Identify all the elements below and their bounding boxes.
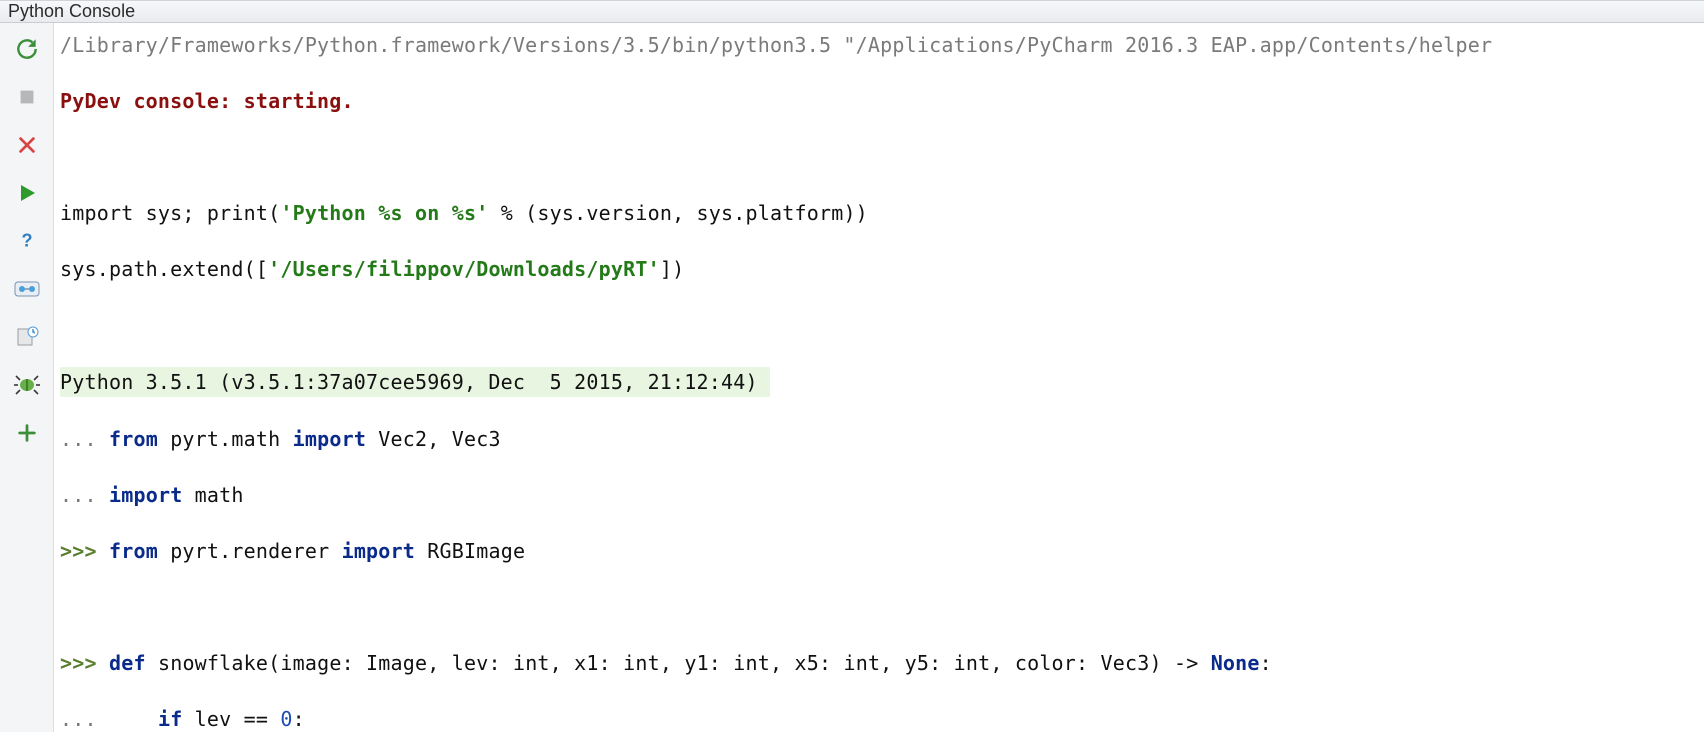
number: 0 [280, 707, 292, 731]
text: math [182, 483, 243, 507]
rerun-icon [14, 36, 40, 62]
code-line: ... from pyrt.math import Vec2, Vec3 [60, 425, 1698, 453]
version-banner: Python 3.5.1 (v3.5.1:37a07cee5969, Dec 5… [60, 367, 1698, 397]
text: RGBImage [415, 539, 525, 563]
kw-none: None [1211, 651, 1260, 675]
cont-prompt: ... [60, 707, 97, 731]
close-icon [16, 134, 38, 156]
text: lev == [182, 707, 280, 731]
text: snowflake(image: Image, lev: int, x1: in… [146, 651, 1211, 675]
text: pyrt.renderer [158, 539, 342, 563]
main-prompt: >>> [60, 651, 97, 675]
title-label: Python Console [8, 1, 135, 22]
text [97, 707, 158, 731]
show-vars-button[interactable] [7, 273, 47, 305]
code-line: >>> from pyrt.renderer import RGBImage [60, 537, 1698, 565]
help-button[interactable]: ? [7, 225, 47, 257]
blank-line [60, 593, 1698, 621]
interpreter-path: /Library/Frameworks/Python.framework/Ver… [60, 31, 1698, 59]
titlebar: Python Console [0, 0, 1704, 23]
help-icon: ? [16, 230, 38, 252]
text: import sys; print( [60, 201, 280, 225]
python-console-window: Python Console ? [0, 0, 1704, 732]
status-line: PyDev console: starting. [60, 87, 1698, 115]
text: Vec2, Vec3 [366, 427, 501, 451]
body: ? /Library/Frameworks/Python.framework/V… [0, 23, 1704, 732]
kw-from: from [109, 539, 158, 563]
highlighted-banner: Python 3.5.1 (v3.5.1:37a07cee5969, Dec 5… [60, 367, 770, 397]
stop-button[interactable] [7, 81, 47, 113]
cont-prompt: ... [60, 427, 97, 451]
watch-icon [14, 279, 40, 299]
code-line: ... if lev == 0: [60, 705, 1698, 732]
new-console-button[interactable] [7, 417, 47, 449]
kw-def: def [109, 651, 146, 675]
code-line: >>> def snowflake(image: Image, lev: int… [60, 649, 1698, 677]
play-icon [15, 181, 39, 205]
init-cmd-2: sys.path.extend(['/Users/filippov/Downlo… [60, 255, 1698, 283]
text: sys.path.extend([ [60, 257, 268, 281]
text: : [293, 707, 305, 731]
rerun-button[interactable] [7, 33, 47, 65]
execute-button[interactable] [7, 177, 47, 209]
kw-import: import [342, 539, 415, 563]
text: pyrt.math [158, 427, 293, 451]
kw-import: import [109, 483, 182, 507]
string-literal: 'Python %s on %s' [280, 201, 488, 225]
text: : [1260, 651, 1272, 675]
plus-icon [16, 422, 38, 444]
console-output[interactable]: /Library/Frameworks/Python.framework/Ver… [54, 23, 1704, 732]
debug-button[interactable] [7, 369, 47, 401]
code-line: ... import math [60, 481, 1698, 509]
string-literal: '/Users/filippov/Downloads/pyRT' [268, 257, 660, 281]
kw-if: if [158, 707, 182, 731]
kw-import: import [293, 427, 366, 451]
text: ]) [660, 257, 684, 281]
history-icon [15, 325, 39, 349]
svg-text:?: ? [21, 230, 32, 251]
console-toolbar: ? [0, 23, 54, 732]
close-button[interactable] [7, 129, 47, 161]
stop-icon [16, 86, 38, 108]
init-cmd-1: import sys; print('Python %s on %s' % (s… [60, 199, 1698, 227]
history-button[interactable] [7, 321, 47, 353]
cont-prompt: ... [60, 483, 97, 507]
blank-line [60, 143, 1698, 171]
bug-icon [14, 374, 40, 396]
kw-from: from [109, 427, 158, 451]
main-prompt: >>> [60, 539, 97, 563]
text: % (sys.version, sys.platform)) [488, 201, 867, 225]
blank-line [60, 311, 1698, 339]
